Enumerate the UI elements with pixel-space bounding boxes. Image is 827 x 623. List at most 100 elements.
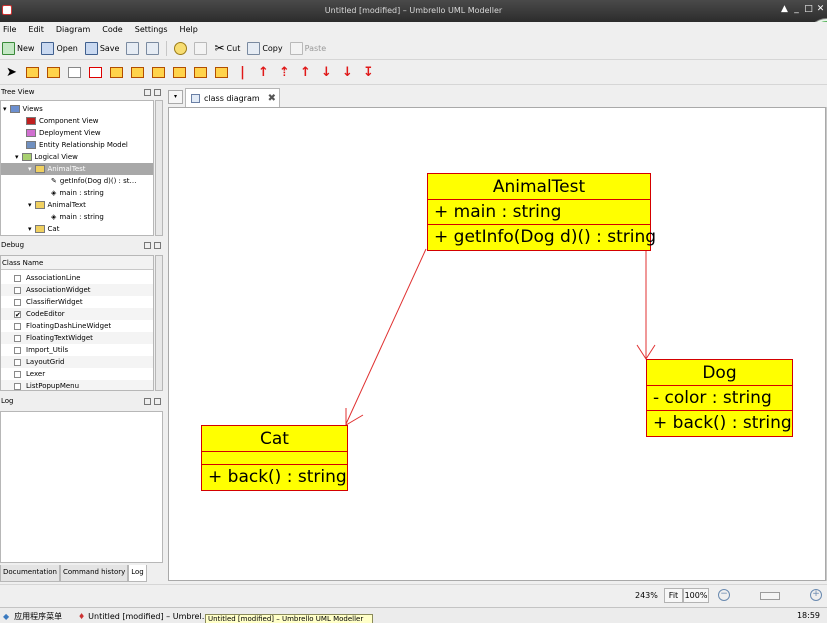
association-line-tool[interactable]: | (235, 65, 250, 80)
text-tool[interactable] (25, 65, 40, 80)
tree-item-logical-view[interactable]: ▾ Logical View (15, 151, 78, 163)
tree-item-animaltest[interactable]: ▾ AnimalTest (1, 163, 153, 175)
fit-button[interactable]: Fit (664, 588, 683, 603)
copy-button[interactable]: Copy (247, 41, 283, 55)
print-preview-button[interactable] (146, 41, 160, 55)
zoom-in-icon[interactable]: + (810, 589, 822, 601)
save-button[interactable]: Save (84, 41, 119, 55)
tree-item-main-attribute-2[interactable]: ◈ main : string (51, 211, 104, 223)
interface-tool[interactable] (130, 65, 145, 80)
debug-item-floatingtextwidget[interactable]: FloatingTextWidget (1, 332, 153, 344)
tab-log[interactable]: Log (128, 565, 147, 582)
zoom-slider[interactable] (760, 592, 780, 600)
undo-button[interactable] (174, 41, 188, 55)
operation-getinfo[interactable]: + getInfo(Dog d)() : string (428, 225, 656, 250)
checkbox[interactable] (14, 322, 21, 330)
debug-item-lexer[interactable]: Lexer (1, 368, 153, 380)
tab-class-diagram[interactable]: class diagram ✖ (185, 88, 280, 107)
menu-edit[interactable]: Edit (28, 25, 44, 34)
tree-item-views[interactable]: ▾ Views (3, 103, 43, 115)
debug-item-associationline[interactable]: AssociationLine (1, 272, 153, 284)
containment-tool[interactable]: ↧ (361, 65, 376, 80)
menu-settings[interactable]: Settings (135, 25, 168, 34)
checkbox[interactable] (14, 382, 21, 390)
debug-scrollbar[interactable] (155, 255, 163, 391)
checkbox[interactable] (14, 358, 21, 366)
tree-item-cat[interactable]: ▾ Cat (28, 223, 59, 235)
package-tool[interactable] (46, 65, 61, 80)
checkbox-checked[interactable]: ✔ (14, 310, 21, 318)
taskbar-window-item[interactable]: ♦ Untitled [modified] – Umbrel… (78, 609, 210, 623)
checkbox[interactable] (14, 274, 21, 282)
class-cat[interactable]: Cat + back() : string (201, 425, 348, 491)
class-animaltest[interactable]: AnimalTest + main : string + getInfo(Dog… (427, 173, 656, 251)
note-tool[interactable] (67, 65, 82, 80)
close-dock-icon[interactable] (154, 89, 161, 96)
cut-button[interactable]: ✂ Cut (214, 41, 240, 55)
class-name-column-header[interactable]: Class Name (1, 256, 153, 270)
tree-item-getinfo[interactable]: ✎ getInfo(Dog d)() : st… (51, 175, 137, 187)
checkbox[interactable] (14, 346, 21, 354)
datatype-tool[interactable] (151, 65, 166, 80)
print-button[interactable] (126, 41, 140, 55)
debug-item-layoutgrid[interactable]: LayoutGrid (1, 356, 153, 368)
class-tool[interactable] (109, 65, 124, 80)
zoom-100-button[interactable]: 100% (683, 588, 709, 603)
redo-button[interactable] (194, 41, 208, 55)
composition-tool[interactable]: ↓ (319, 65, 334, 80)
debug-item-codeeditor[interactable]: ✔ CodeEditor (1, 308, 153, 320)
generalization-tool[interactable]: ↑ (256, 65, 271, 80)
close-icon[interactable]: ✕ (816, 4, 825, 14)
realization-tool[interactable]: ↓ (340, 65, 355, 80)
association-animaltest-cat[interactable] (345, 248, 427, 425)
operation-back[interactable]: + back() : string (647, 411, 792, 436)
entity-tool[interactable] (193, 65, 208, 80)
open-button[interactable]: Open (41, 41, 78, 55)
tab-documentation[interactable]: Documentation (0, 565, 60, 582)
application-menu-button[interactable]: ◆ 应用程序菜单 (3, 611, 62, 622)
class-dog[interactable]: Dog - color : string + back() : string (646, 359, 793, 437)
debug-item-classifierwidget[interactable]: ClassifierWidget (1, 296, 153, 308)
template-tool[interactable] (214, 65, 229, 80)
close-tab-icon[interactable]: ✖ (268, 93, 276, 104)
new-diagram-tab-button[interactable]: ▾ (168, 90, 183, 104)
dependency-tool[interactable]: ↑ (298, 65, 313, 80)
float-dock-icon[interactable] (144, 242, 151, 249)
box-tool[interactable] (88, 65, 103, 80)
tree-item-main-attribute[interactable]: ◈ main : string (51, 187, 104, 199)
float-dock-icon[interactable] (144, 89, 151, 96)
menu-diagram[interactable]: Diagram (56, 25, 90, 34)
close-dock-icon[interactable] (154, 242, 161, 249)
attribute-main[interactable]: + main : string (428, 200, 650, 225)
debug-item-listpopupmenu[interactable]: ListPopupMenu (1, 380, 153, 390)
maximize-icon[interactable]: □ (804, 4, 813, 14)
tree-item-component-view[interactable]: Component View (26, 115, 98, 127)
tree-item-entity-relationship-model[interactable]: Entity Relationship Model (26, 139, 128, 151)
checkbox[interactable] (14, 298, 21, 306)
checkbox[interactable] (14, 370, 21, 378)
debug-item-floatingdashlinewidget[interactable]: FloatingDashLineWidget (1, 320, 153, 332)
float-dock-icon[interactable] (144, 398, 151, 405)
enum-tool[interactable] (172, 65, 187, 80)
select-tool[interactable]: ➤ (4, 65, 19, 80)
tree-item-animaltext[interactable]: ▾ AnimalText (28, 199, 86, 211)
tab-command-history[interactable]: Command history (59, 565, 129, 582)
diagram-canvas[interactable]: AnimalTest + main : string + getInfo(Dog… (168, 107, 826, 581)
attribute-color[interactable]: - color : string (647, 386, 792, 411)
menu-code[interactable]: Code (102, 25, 122, 34)
tree-item-deployment-view[interactable]: Deployment View (26, 127, 101, 139)
zoom-out-icon[interactable]: − (718, 589, 730, 601)
checkbox[interactable] (14, 334, 21, 342)
keep-above-icon[interactable]: ▲ (780, 4, 789, 14)
paste-button[interactable]: Paste (289, 41, 326, 55)
aggregation-tool[interactable]: ⇡ (277, 65, 292, 80)
debug-item-import-utils[interactable]: Import_Utils (1, 344, 153, 356)
tree-view-scrollbar[interactable] (155, 100, 163, 236)
debug-item-associationwidget[interactable]: AssociationWidget (1, 284, 153, 296)
minimize-icon[interactable]: _ (792, 4, 801, 14)
menu-help[interactable]: Help (180, 25, 198, 34)
close-dock-icon[interactable] (154, 398, 161, 405)
menu-file[interactable]: File (3, 25, 16, 34)
new-button[interactable]: New (2, 41, 34, 55)
checkbox[interactable] (14, 286, 21, 294)
